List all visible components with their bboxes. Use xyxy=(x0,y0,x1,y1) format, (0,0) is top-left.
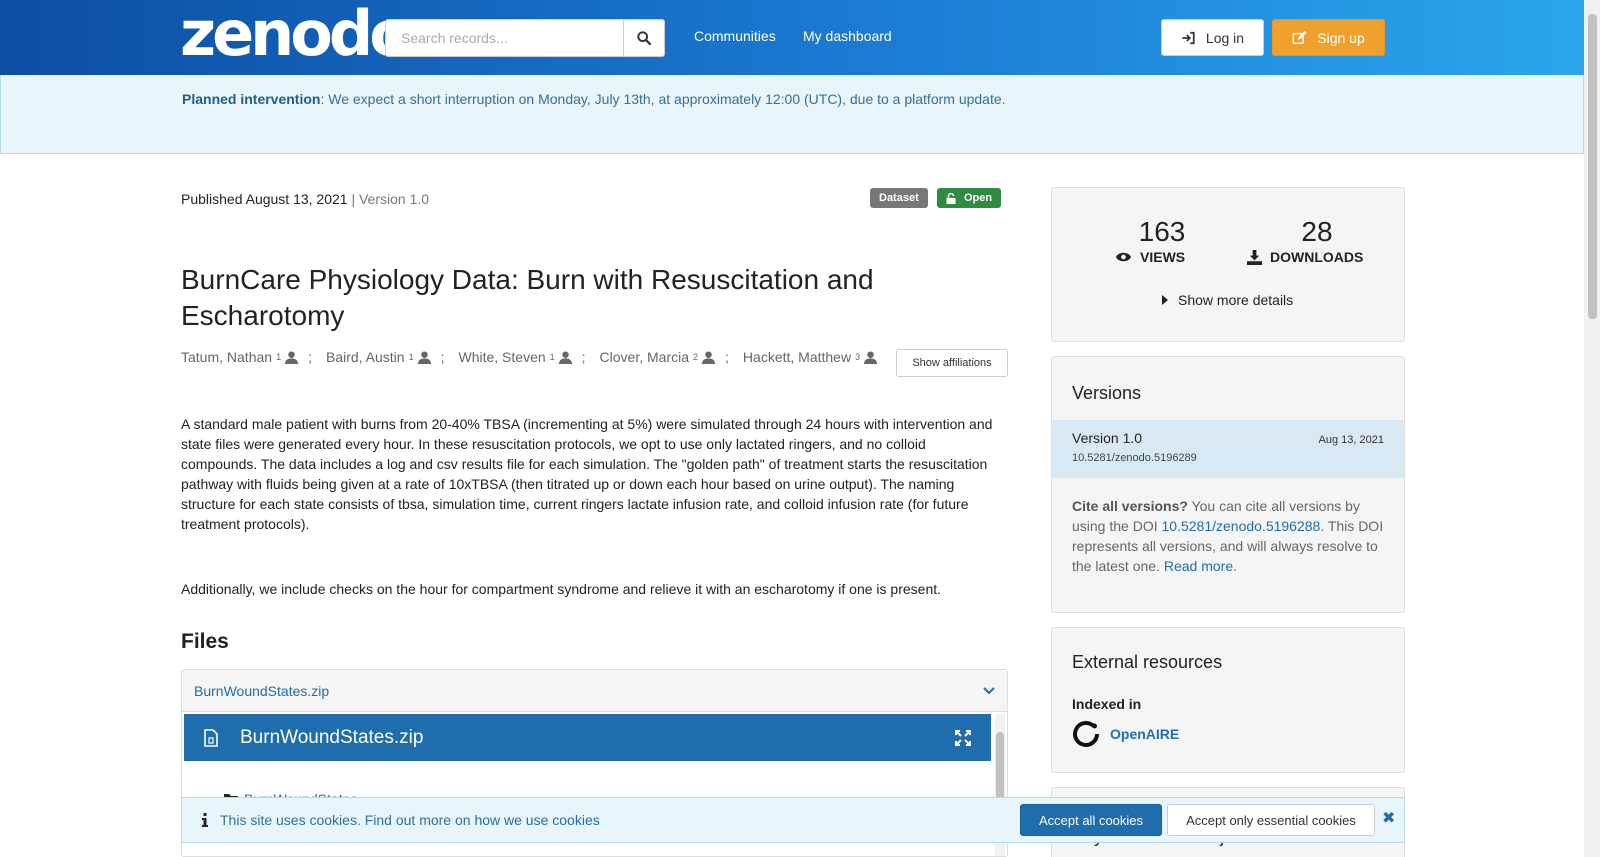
dataset-badge-label: Dataset xyxy=(879,192,919,204)
author-name: Hackett, Matthew xyxy=(742,349,852,365)
stats-card: 163 VIEWS 28 DOWNLOADS Show more details xyxy=(1051,187,1405,342)
accept-essential-cookies-button[interactable]: Accept only essential cookies xyxy=(1167,804,1375,836)
author-item[interactable]: Tatum, Nathan 1 xyxy=(181,349,299,365)
author-item[interactable]: Baird, Austin 1 xyxy=(326,349,431,365)
open-badge-label: Open xyxy=(964,192,993,204)
search-form xyxy=(385,19,665,57)
views-count: 163 xyxy=(1138,216,1186,247)
record-description: A standard male patient with burns from … xyxy=(181,416,993,532)
show-more-details-label: Show more details xyxy=(1178,292,1294,308)
file-link[interactable]: BurnWoundStates.zip xyxy=(194,683,329,699)
show-more-details-toggle[interactable]: Show more details xyxy=(1162,292,1293,308)
author-name: Baird, Austin xyxy=(325,349,405,365)
login-label: Log in xyxy=(1205,29,1245,46)
external-resources-heading: External resources xyxy=(1072,652,1223,672)
cite-period: . xyxy=(1233,558,1237,574)
version-date: Aug 13, 2021 xyxy=(1318,434,1384,446)
views-label-wrap: VIEWS xyxy=(1115,249,1185,265)
chevron-down-icon[interactable] xyxy=(983,686,995,695)
concept-doi-link[interactable]: 10.5281/zenodo.5196288 xyxy=(1162,518,1321,534)
top-navbar: zenodo Communities My dashboard Log in S… xyxy=(0,0,1584,75)
files-heading: Files xyxy=(181,630,229,653)
file-panel-header[interactable]: BurnWoundStates.zip xyxy=(182,670,1007,712)
download-icon xyxy=(1247,249,1262,265)
author-separator: ; xyxy=(581,349,586,365)
openaire-link-wrap[interactable]: OpenAIRE xyxy=(1072,720,1179,748)
fullscreen-icon[interactable] xyxy=(955,729,971,746)
sign-in-icon xyxy=(1182,31,1195,44)
author-affiliation-number: 3 xyxy=(855,352,861,362)
search-button[interactable] xyxy=(624,19,665,57)
signup-button[interactable]: Sign up xyxy=(1272,19,1385,56)
unlock-icon xyxy=(946,192,956,204)
signup-label: Sign up xyxy=(1317,29,1365,46)
author-affiliation-number: 2 xyxy=(693,352,699,362)
author-separator: ; xyxy=(308,349,312,365)
external-resources-card: External resources Indexed in OpenAIRE xyxy=(1051,627,1405,773)
downloads-label-wrap: DOWNLOADS xyxy=(1247,249,1363,265)
downloads-count: 28 xyxy=(1301,216,1333,247)
dataset-badge[interactable]: Dataset xyxy=(870,188,928,208)
versions-heading: Versions xyxy=(1072,383,1142,403)
close-icon[interactable]: ✖ xyxy=(1382,808,1395,828)
user-icon xyxy=(417,350,431,364)
user-icon xyxy=(285,350,299,364)
openaire-logo-icon xyxy=(1073,721,1099,747)
author-name: White, Steven xyxy=(458,349,546,365)
file-archive-icon xyxy=(204,728,218,747)
indexed-in-label: Indexed in xyxy=(1072,696,1142,712)
openaire-link[interactable]: OpenAIRE xyxy=(1110,726,1179,742)
read-more-link[interactable]: Read more xyxy=(1164,558,1233,574)
search-input[interactable] xyxy=(385,19,625,57)
author-affiliation-number: 1 xyxy=(408,352,414,362)
author-affiliation-number: 1 xyxy=(276,352,282,362)
author-item[interactable]: White, Steven 1 xyxy=(458,349,572,365)
edit-icon xyxy=(1292,30,1307,44)
nav-my-dashboard[interactable]: My dashboard xyxy=(803,28,892,44)
author-name: Clover, Marcia xyxy=(599,349,690,365)
cookie-text-wrap: This site uses cookies. Find out more on… xyxy=(220,812,600,828)
versions-card: Versions Version 1.0 Aug 13, 2021 10.528… xyxy=(1051,356,1405,613)
version-doi: 10.5281/zenodo.5196289 xyxy=(1072,452,1197,464)
eye-icon xyxy=(1115,252,1132,262)
user-icon xyxy=(558,350,572,364)
version-row[interactable]: Version 1.0 Aug 13, 2021 10.5281/zenodo.… xyxy=(1052,420,1404,478)
cite-all-title: Cite all versions? xyxy=(1072,498,1188,514)
caret-right-icon xyxy=(1162,295,1168,305)
page-scrollbar-thumb[interactable] xyxy=(1588,14,1597,319)
banner-title: Planned intervention xyxy=(182,91,321,107)
author-separator: ; xyxy=(440,349,445,365)
user-icon xyxy=(702,350,716,364)
downloads-label: DOWNLOADS xyxy=(1270,249,1364,265)
version-info: | Version 1.0 xyxy=(351,191,430,207)
maintenance-banner: Planned intervention: We expect a short … xyxy=(0,75,1584,154)
record-title: BurnCare Physiology Data: Burn with Resu… xyxy=(181,264,874,331)
author-affiliation-number: 1 xyxy=(549,352,555,362)
author-name: Tatum, Nathan xyxy=(181,349,273,365)
published-date: Published August 13, 2021 xyxy=(181,191,348,207)
search-icon xyxy=(637,31,652,45)
preview-scrollbar-thumb[interactable] xyxy=(996,732,1004,802)
preview-title: BurnWoundStates.zip xyxy=(240,726,424,748)
accept-all-cookies-button[interactable]: Accept all cookies xyxy=(1020,804,1162,836)
cite-all-versions: Cite all versions? You can cite all vers… xyxy=(1072,496,1392,576)
banner-text: : We expect a short interruption on Mond… xyxy=(320,91,1006,107)
record-description-additional: Additionally, we include checks on the h… xyxy=(181,581,942,597)
author-item[interactable]: Clover, Marcia 2 xyxy=(599,349,716,365)
author-item[interactable]: Hackett, Matthew 3 xyxy=(742,349,878,365)
show-affiliations-button[interactable]: Show affiliations xyxy=(896,349,1008,377)
views-label: VIEWS xyxy=(1140,249,1186,265)
nav-communities[interactable]: Communities xyxy=(694,28,776,44)
cookie-text: This site uses cookies. Find out more on xyxy=(220,812,475,828)
info-icon xyxy=(202,813,208,827)
author-list: Tatum, Nathan 1 ; Baird, Austin 1 ; White,… xyxy=(181,349,878,365)
cookie-policy-link[interactable]: how we use cookies xyxy=(474,812,599,828)
zenodo-logo[interactable]: zenodo xyxy=(180,3,412,65)
login-button[interactable]: Log in xyxy=(1161,19,1264,56)
publication-info: Published August 13, 2021 | Version 1.0 xyxy=(181,191,429,207)
file-preview-header: BurnWoundStates.zip xyxy=(184,714,991,761)
author-separator: ; xyxy=(725,349,729,365)
open-access-badge[interactable]: Open xyxy=(937,188,1002,208)
user-icon xyxy=(864,350,878,364)
